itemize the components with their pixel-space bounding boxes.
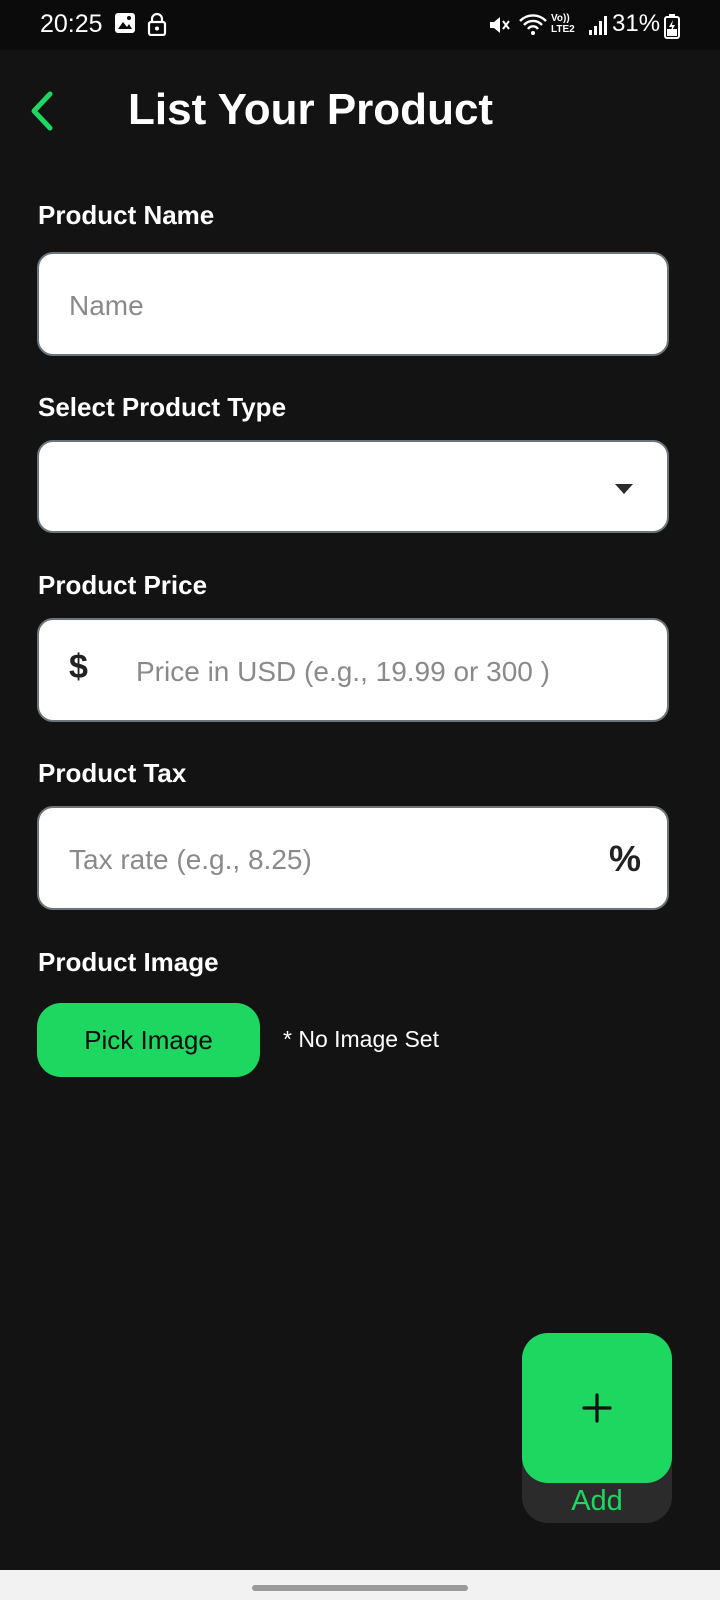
page-title: List Your Product: [128, 85, 494, 134]
product-tax-placeholder: Tax rate (e.g., 8.25): [69, 844, 312, 875]
product-image-label: Product Image: [38, 947, 219, 977]
plus-icon: [582, 1393, 612, 1423]
pick-image-button-label: Pick Image: [84, 1024, 213, 1055]
dollar-icon: $: [69, 648, 88, 686]
product-tax-input[interactable]: Tax rate (e.g., 8.25) %: [37, 806, 669, 910]
wifi-icon: [519, 14, 547, 35]
image-status-text: * No Image Set: [283, 1026, 439, 1052]
product-price-input[interactable]: $ Price in USD (e.g., 19.99 or 300 ): [37, 618, 669, 722]
mute-icon: [490, 17, 510, 33]
percent-icon: %: [608, 838, 641, 879]
signal-icon: [589, 16, 607, 35]
chevron-down-icon: [615, 484, 633, 494]
product-price-label: Product Price: [38, 570, 208, 600]
product-price-placeholder: Price in USD (e.g., 19.99 or 300 ): [136, 656, 550, 687]
battery-icon: [664, 14, 680, 39]
add-product-fab-container[interactable]: Add: [522, 1333, 672, 1523]
lock-icon: [147, 12, 167, 36]
status-time: 20:25: [40, 10, 103, 38]
product-tax-label: Product Tax: [38, 758, 187, 788]
product-name-label: Product Name: [38, 200, 215, 230]
status-bar: 20:25 Vo)) LTE2 31%: [0, 0, 720, 50]
battery-percentage: 31%: [612, 10, 661, 37]
pick-image-button[interactable]: Pick Image: [37, 1003, 260, 1077]
product-name-placeholder: Name: [69, 290, 144, 321]
product-type-label: Select Product Type: [38, 392, 287, 422]
product-type-dropdown[interactable]: [37, 440, 669, 533]
add-product-button[interactable]: [522, 1333, 672, 1483]
home-gesture-handle[interactable]: [252, 1585, 468, 1591]
chevron-left-icon[interactable]: [22, 86, 66, 136]
gallery-icon: [115, 13, 135, 33]
product-name-input[interactable]: Name: [37, 252, 669, 356]
network-label: Vo)) LTE2: [551, 13, 575, 35]
add-button-label: Add: [571, 1485, 623, 1517]
